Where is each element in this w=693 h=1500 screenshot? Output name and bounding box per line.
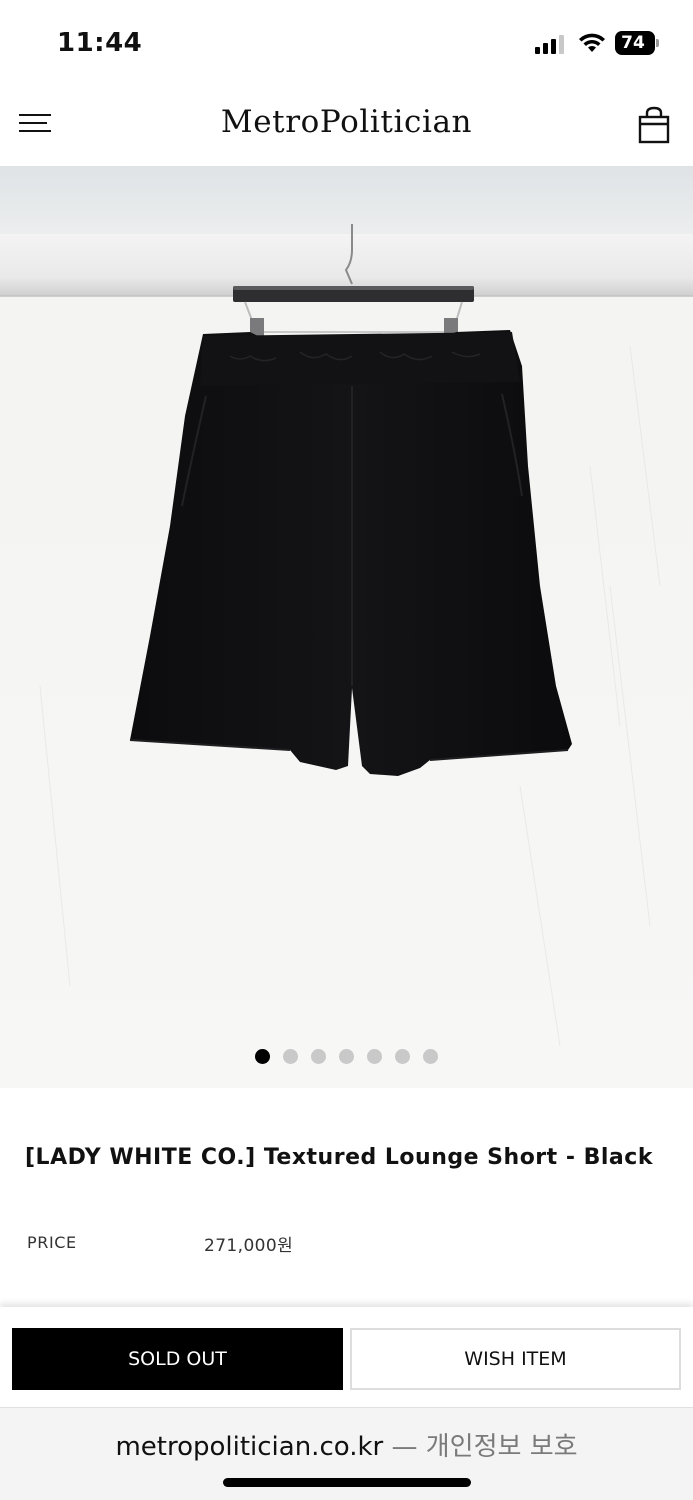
- carousel-dot[interactable]: [311, 1049, 326, 1064]
- image-carousel-dots: [0, 1049, 693, 1067]
- carousel-dot[interactable]: [339, 1049, 354, 1064]
- sold-out-button[interactable]: SOLD OUT: [12, 1328, 343, 1390]
- privacy-label: 개인정보 보호: [425, 1432, 578, 1462]
- url-domain: metropolitician.co.kr: [115, 1432, 384, 1462]
- brand-logo[interactable]: MetroPolitician: [0, 104, 693, 140]
- product-image[interactable]: [0, 166, 693, 1088]
- url-text[interactable]: metropolitician.co.kr — 개인정보 보호: [0, 1426, 693, 1463]
- carousel-dot[interactable]: [367, 1049, 382, 1064]
- carousel-dot[interactable]: [423, 1049, 438, 1064]
- url-separator: —: [383, 1432, 426, 1462]
- product-title: [LADY WHITE CO.] Textured Lounge Short -…: [25, 1145, 653, 1170]
- shopping-bag-icon[interactable]: [635, 106, 673, 144]
- wish-item-button[interactable]: WISH ITEM: [350, 1328, 681, 1390]
- battery-level: 74: [621, 33, 645, 53]
- carousel-dot[interactable]: [283, 1049, 298, 1064]
- action-bar: SOLD OUT WISH ITEM: [0, 1307, 693, 1407]
- battery-icon: 74: [615, 31, 659, 55]
- price-value: 271,000원: [204, 1236, 294, 1256]
- wifi-icon: [579, 33, 605, 52]
- browser-url-bar[interactable]: metropolitician.co.kr — 개인정보 보호: [0, 1407, 693, 1500]
- black-shorts-on-hanger: [0, 166, 693, 1088]
- carousel-dot[interactable]: [395, 1049, 410, 1064]
- signal-icon: [535, 35, 564, 54]
- carousel-dot[interactable]: [255, 1049, 270, 1064]
- status-time: 11:44: [57, 28, 143, 58]
- status-bar: 11:44 74: [0, 0, 693, 84]
- price-label: PRICE: [27, 1233, 77, 1252]
- site-header: MetroPolitician: [0, 84, 693, 166]
- home-indicator[interactable]: [223, 1478, 471, 1487]
